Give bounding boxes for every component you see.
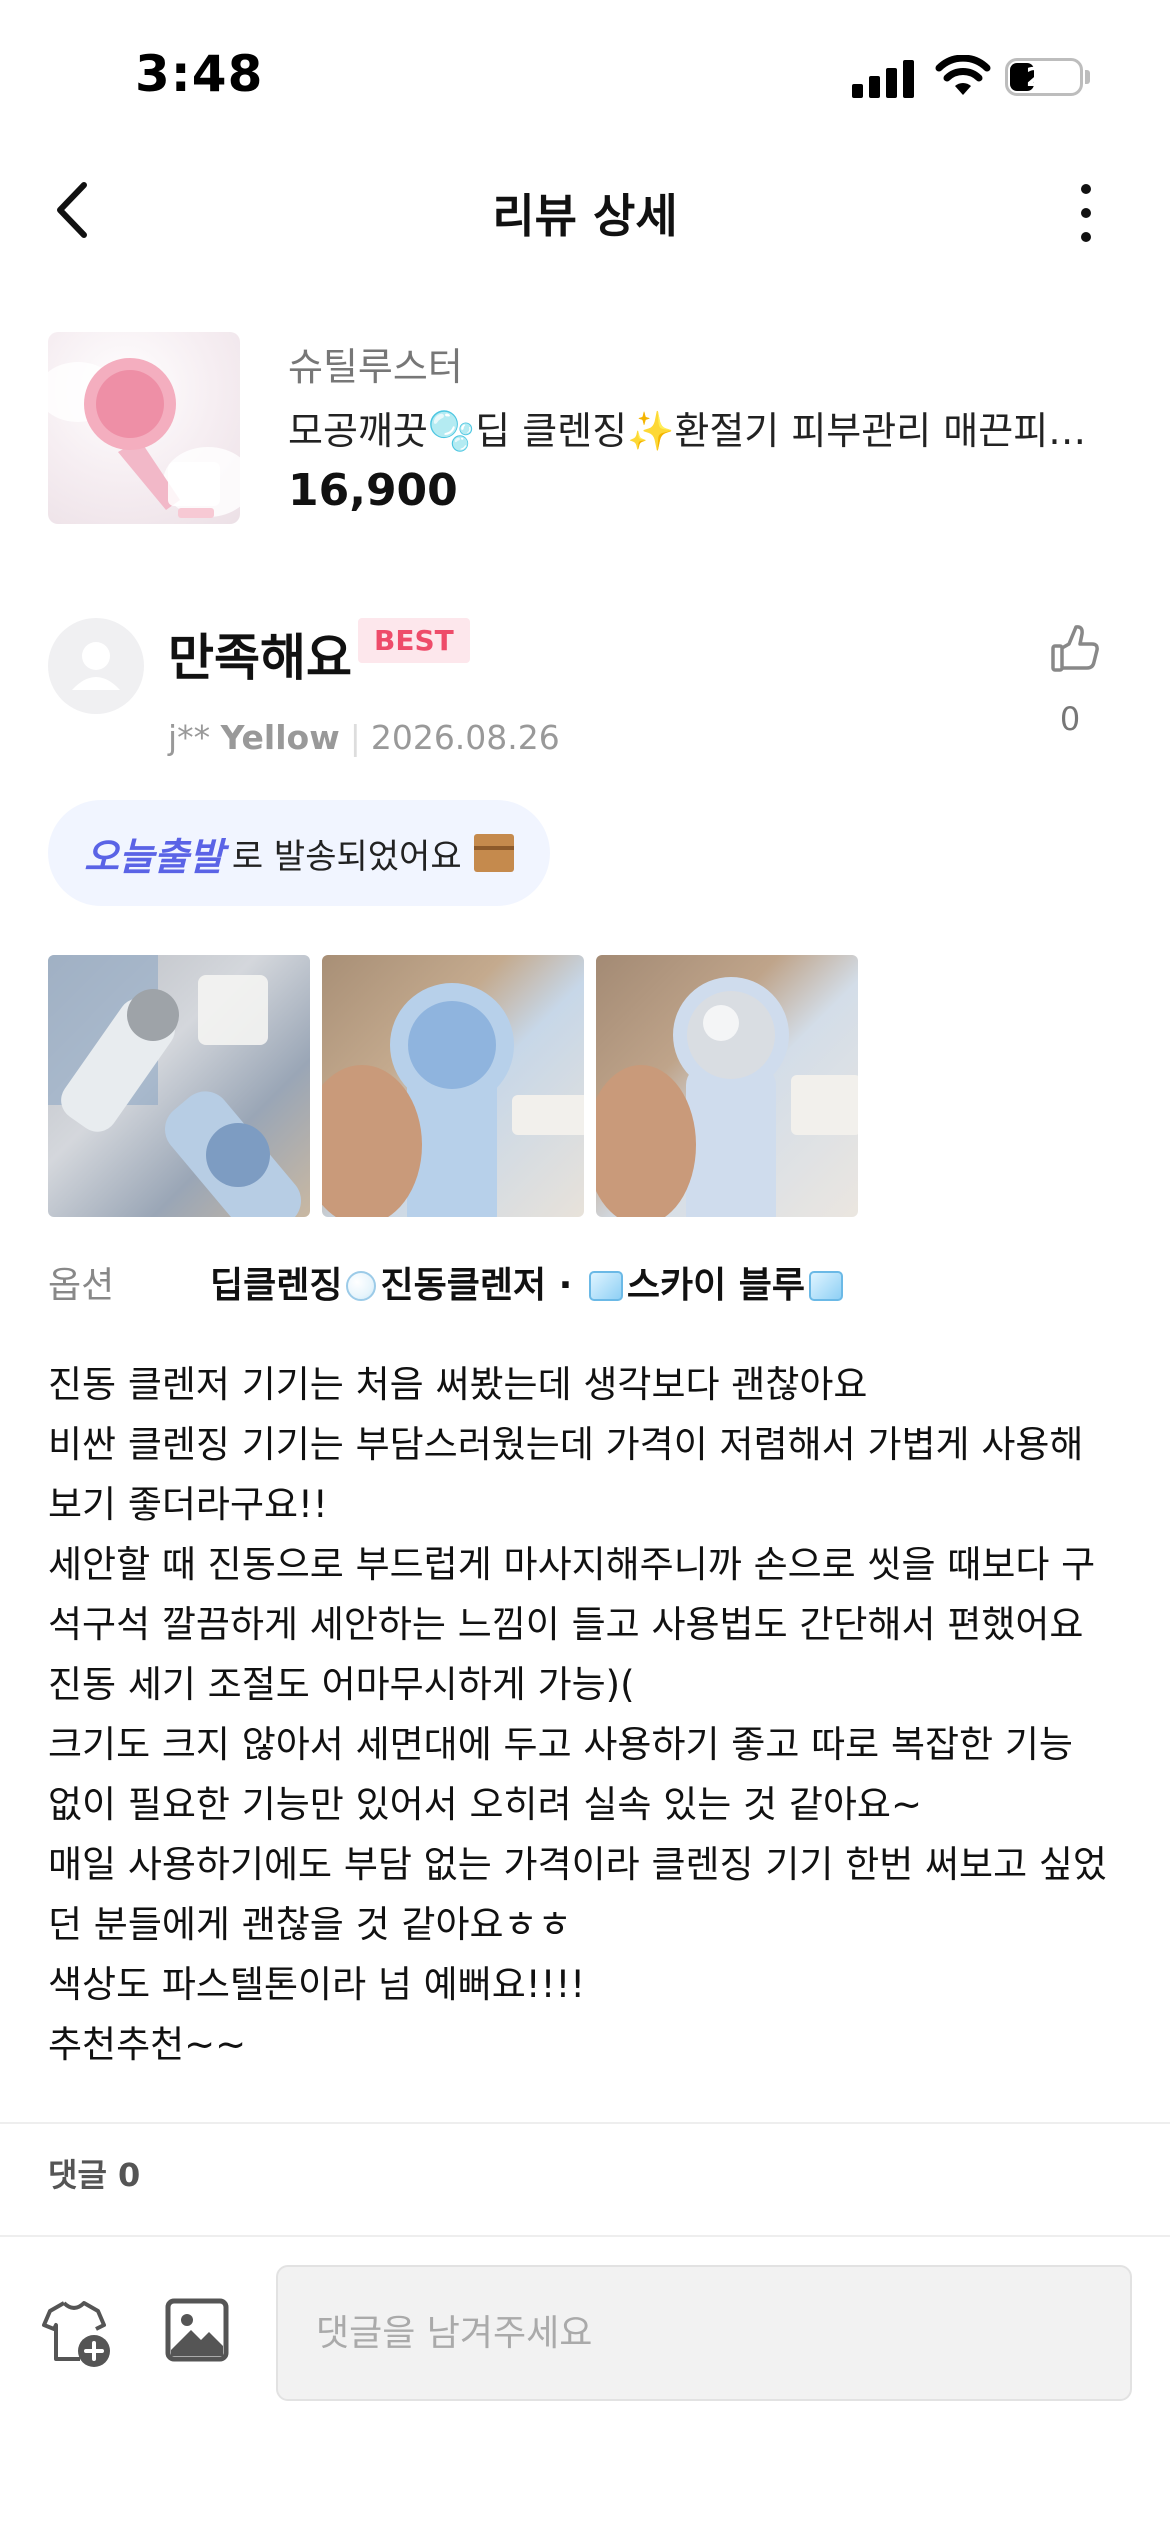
review-photo-2[interactable]	[322, 955, 584, 1217]
shipping-text: 로 발송되었어요	[231, 836, 462, 877]
review-rating-text: 만족해요	[168, 629, 352, 687]
bubbles-icon	[346, 1271, 377, 1301]
comment-input[interactable]	[276, 2265, 1132, 2401]
tshirt-plus-icon	[42, 2301, 110, 2367]
review-line: 석구석 깔끔하게 세안하는 느낌이 들고 사용법도 간단해서 편했어요	[48, 1603, 1084, 1646]
product-price: 16,900	[288, 465, 458, 516]
ice-cube-icon	[808, 1271, 843, 1301]
reviewer-info: j** Yellow | 2026.08.26	[168, 718, 560, 757]
attach-image-button[interactable]	[165, 2298, 229, 2362]
like-button[interactable]	[1045, 620, 1105, 680]
review-line: 매일 사용하기에도 부담 없는 가격이라 클렌징 기기 한번 써보고 싶었	[48, 1843, 1107, 1886]
user-icon	[72, 642, 120, 690]
like-count: 0	[1059, 700, 1081, 738]
more-options-button[interactable]	[1060, 178, 1110, 248]
review-line: 비싼 클렌징 기기는 부담스러웠는데 가격이 저렴해서 가볍게 사용해	[48, 1423, 1084, 1466]
avatar	[48, 618, 144, 714]
thumbs-up-icon	[1051, 625, 1099, 672]
wifi-icon	[935, 55, 991, 95]
review-photo-image	[322, 983, 584, 1217]
review-line: 던 분들에게 괜찮을 것 같아요ㅎㅎ	[48, 1903, 572, 1946]
attach-product-button[interactable]	[40, 2295, 116, 2371]
status-time: 3:48	[135, 45, 264, 103]
image-icon	[165, 2298, 229, 2362]
option-part-1: 딥클렌징	[210, 1265, 343, 1306]
page-title: 리뷰 상세	[492, 189, 678, 243]
review-line: 진동 세기 조절도 어마무시하게 가능)(	[48, 1663, 635, 1706]
review-date: 2026.08.26	[370, 718, 560, 757]
battery-tip	[1085, 70, 1090, 84]
shipping-badge: 오늘출발 로 발송되었어요	[48, 800, 550, 906]
option-value: 딥클렌징 진동클렌저 · 스카이 블루	[210, 1256, 847, 1308]
best-badge: BEST	[358, 618, 470, 663]
battery-level: 23	[1025, 63, 1063, 93]
review-line: 없이 필요한 기능만 있어서 오히려 실속 있는 것 같아요~	[48, 1783, 922, 1826]
battery-icon: 23	[1005, 58, 1083, 96]
option-part-2: 진동클렌저 ·	[380, 1265, 585, 1306]
shipping-brand: 오늘출발	[84, 834, 224, 879]
review-body: 진동 클렌저 기기는 처음 써봤는데 생각보다 괜찮아요 비싼 클렌징 기기는 …	[48, 1355, 1123, 2075]
package-icon	[473, 834, 514, 872]
comment-count: 댓글 0	[48, 2156, 141, 2194]
ice-cube-icon	[588, 1271, 623, 1301]
review-line: 세안할 때 진동으로 부드럽게 마사지해주니까 손으로 씻을 때보다 구	[48, 1543, 1096, 1586]
review-photo-1[interactable]	[48, 955, 310, 1217]
divider	[0, 2122, 1170, 2124]
product-thumbnail[interactable]	[48, 332, 240, 524]
divider	[0, 2235, 1170, 2237]
option-part-3: 스카이 블루	[626, 1265, 805, 1306]
review-photo-image	[596, 977, 858, 1217]
option-label: 옵션	[48, 1265, 115, 1306]
cellular-signal-icon	[852, 58, 914, 98]
divider: |	[349, 718, 361, 757]
reviewer-grade: Yellow	[220, 718, 340, 757]
review-photo-image	[48, 955, 302, 1217]
product-image	[48, 358, 240, 518]
review-photo-3[interactable]	[596, 955, 858, 1217]
reviewer-id: j**	[168, 718, 211, 757]
review-line: 크기도 크지 않아서 세면대에 두고 사용하기 좋고 따로 복잡한 기능	[48, 1723, 1073, 1766]
review-line: 색상도 파스텔톤이라 넘 예뻐요!!!!	[48, 1963, 586, 2006]
review-line: 진동 클렌저 기기는 처음 써봤는데 생각보다 괜찮아요	[48, 1363, 868, 1406]
product-brand[interactable]: 슈틸루스터	[288, 336, 463, 391]
product-name[interactable]: 모공깨끗🫧딥 클렌징✨환절기 피부관리 매끈피부 ...	[288, 400, 1108, 455]
review-line: 보기 좋더라구요!!	[48, 1483, 328, 1526]
review-line: 추천추천~~	[48, 2023, 247, 2066]
